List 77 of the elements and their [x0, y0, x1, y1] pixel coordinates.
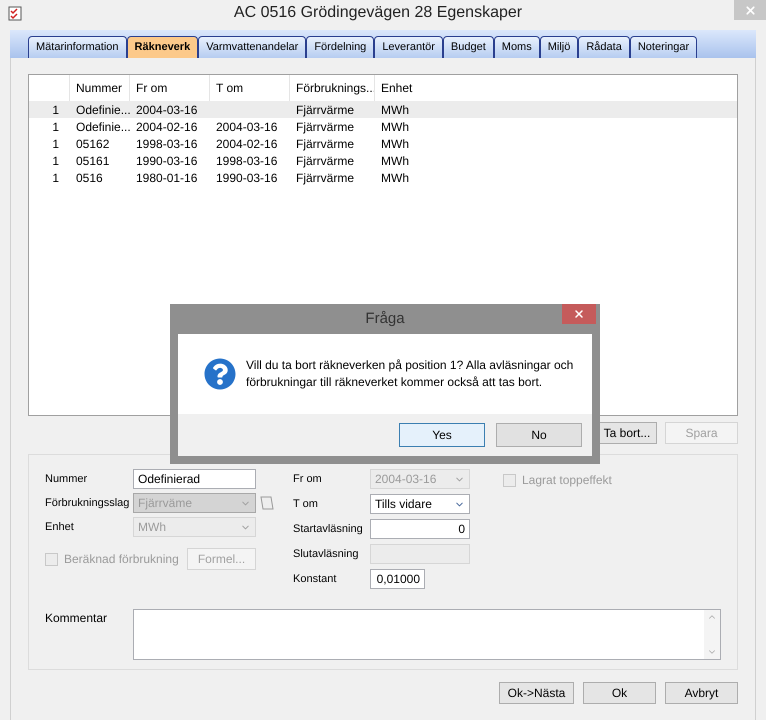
table-cell-text: 1 [51, 136, 60, 152]
table-cell: 0516 [76, 170, 103, 184]
field-label: Fr om [293, 472, 323, 487]
field-label: Startavläsning [293, 522, 364, 537]
button[interactable]: Ok [583, 682, 656, 704]
table-row[interactable]: 1 05161 1990-03-16 1998-03-16 Fjärrvärme MWh [29, 152, 737, 169]
table-cell: MWh [381, 154, 409, 168]
button[interactable]: Ta bort... [597, 422, 657, 444]
table-cell: MWh [381, 136, 409, 150]
note-icon [259, 495, 275, 511]
close-button[interactable] [734, 0, 766, 20]
field-label: Enhet [45, 520, 75, 535]
tab[interactable]: Fördelning [306, 36, 374, 58]
scrollbar[interactable] [704, 610, 720, 659]
table-cell-text: 1 [51, 170, 60, 186]
button[interactable]: No [496, 423, 582, 447]
table-cell: 1990-03-16 [216, 170, 278, 184]
tab[interactable]: Mätarinformation [28, 36, 127, 58]
table-cell: 1990-03-16 [136, 154, 198, 168]
field-label: Nummer [45, 472, 88, 487]
table-cell: 2004-02-16 [216, 136, 278, 150]
tab[interactable]: Rådata [578, 36, 630, 58]
tab[interactable]: Budget [442, 36, 494, 58]
field-label: Förbrukningsslag [45, 496, 130, 511]
table-cell: Odefinie... [76, 120, 131, 134]
field-label: Kommentar [45, 610, 108, 627]
field-label: Konstant [293, 572, 338, 587]
tab[interactable]: Räkneverk [126, 36, 198, 58]
table-cell: Odefinie... [76, 102, 131, 116]
table-cell: 05161 [76, 154, 110, 168]
button[interactable]: Ok->Nästa [499, 682, 574, 704]
table-cell: Fjärrvärme [296, 120, 354, 134]
tab[interactable]: Varmvattenandelar [198, 36, 306, 58]
table-cell: 2004-02-16 [136, 120, 198, 134]
table-cell: 2004-03-16 [216, 120, 278, 134]
table-cell: 05162 [76, 136, 110, 150]
button[interactable]: Yes [399, 423, 485, 447]
table-cell: 1998-03-16 [216, 154, 278, 168]
input-field[interactable]: 0,01000 [370, 569, 425, 589]
question-icon [204, 358, 236, 390]
table-row[interactable]: 1 Odefinie... 2004-02-16 2004-03-16 Fjärrvärme MWh [29, 118, 737, 135]
input-field[interactable]: 0 [370, 519, 470, 539]
table-cell: 2004-03-16 [136, 102, 198, 116]
table-cell: MWh [381, 120, 409, 134]
table-cell-text: 1 [51, 102, 60, 118]
table-row[interactable]: 1 0516 1980-01-16 1990-03-16 Fjärrvärme MWh [29, 169, 737, 186]
input-field[interactable]: Odefinierad [133, 469, 256, 489]
button[interactable]: Avbryt [665, 682, 738, 704]
table-cell: MWh [381, 170, 409, 184]
checkbox-label: Lagrat toppeffekt [522, 472, 612, 489]
close-button[interactable] [562, 304, 596, 324]
close-icon [744, 4, 756, 16]
tab[interactable]: Leverantör [374, 36, 443, 58]
close-icon [573, 308, 585, 320]
table-cell: Fjärrvärme [296, 136, 354, 150]
tab[interactable]: Moms [494, 36, 540, 58]
tab[interactable]: Miljö [540, 36, 578, 58]
table-cell-text: 1 [51, 152, 60, 170]
field-label: Slutavläsning [293, 546, 360, 562]
window-title: AC 0516 Grödingevägen 28 Egenskaper [232, 3, 524, 23]
checkbox-label: Beräknad förbrukning [64, 551, 179, 568]
dropdown[interactable]: Tills vidare [370, 494, 470, 514]
table-cell: Fjärrvärme [296, 154, 354, 168]
table-row[interactable]: 1 Odefinie... 2004-03-16 Fjärrvärme MWh [29, 101, 737, 118]
table-cell-text: 1 [51, 118, 60, 136]
table-cell: 1980-01-16 [136, 170, 198, 184]
table-cell: Fjärrvärme [296, 170, 354, 184]
table-cell: MWh [381, 102, 409, 116]
notepad-icon [8, 5, 22, 21]
table-row[interactable]: 1 05162 1998-03-16 2004-02-16 Fjärrvärme MWh [29, 135, 737, 152]
tab[interactable]: Noteringar [630, 36, 698, 58]
dialog-message: Vill du ta bort räkneverken på position 1? Alla avläsningar och förbrukningar till räkneverket kommer också att tas bort. [246, 357, 574, 391]
table-cell: 1998-03-16 [136, 136, 198, 150]
dialog-title: Fråga [364, 308, 406, 329]
table-cell: Fjärrvärme [296, 102, 354, 116]
field-label: T om [293, 496, 319, 512]
comment-field[interactable] [133, 609, 721, 660]
